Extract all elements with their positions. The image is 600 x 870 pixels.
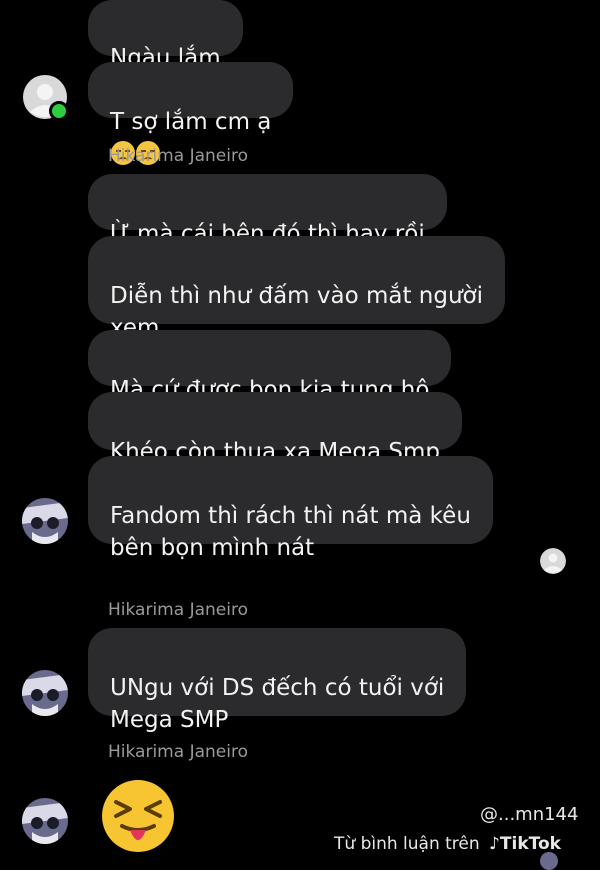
message-text: UNgu với DS đếch có tuổi với Mega SMP — [110, 675, 445, 733]
avatar[interactable] — [22, 798, 68, 844]
seen-indicator-avatar — [540, 548, 566, 574]
user-icon — [540, 548, 566, 574]
message-bubble[interactable]: Ừ mà cái bên đó thì hay rồi — [88, 174, 447, 247]
message-bubble[interactable]: Fandom thì rách thì nát mà kêu bên bọn m… — [88, 456, 493, 561]
anime-avatar-icon — [22, 498, 68, 544]
online-indicator — [49, 101, 69, 121]
message-bubble[interactable]: T sợ lắm cm ạ — [88, 62, 294, 165]
watermark-source: Từ bình luận trên ♪TikTok — [334, 834, 561, 854]
watermark-source-text: Từ bình luận trên — [334, 834, 480, 854]
anime-avatar-icon — [22, 670, 68, 716]
sender-name: Hikarima Janeiro — [108, 742, 248, 762]
emoji-message[interactable] — [98, 776, 178, 856]
message-bubble[interactable]: Diễn thì như đấm vào mắt người xem — [88, 236, 506, 341]
message-text: Fandom thì rách thì nát mà kêu bên bọn m… — [110, 503, 471, 561]
watermark-avatar — [540, 852, 558, 870]
tiktok-logo-icon: ♪ — [489, 834, 500, 854]
squinting-tongue-face-icon — [102, 780, 174, 852]
anime-avatar-icon — [22, 798, 68, 844]
message-bubble[interactable]: Ngàu lắm — [88, 0, 243, 71]
watermark-brand: TikTok — [499, 834, 561, 854]
message-bubble[interactable]: Khéo còn thua xa Mega Smp — [88, 392, 462, 495]
watermark-handle: @...mn144 — [480, 804, 579, 825]
sender-name: Hikarima Janeiro — [108, 146, 248, 166]
sender-name: Hikarima Janeiro — [108, 600, 248, 620]
message-bubble[interactable]: Mà cứ được bọn kia tung hô — [88, 330, 452, 403]
message-text: T sợ lắm cm ạ — [110, 109, 272, 135]
avatar[interactable] — [22, 670, 68, 716]
avatar-default[interactable] — [22, 74, 69, 121]
message-bubble[interactable]: UNgu với DS đếch có tuổi với Mega SMP — [88, 628, 467, 733]
avatar[interactable] — [22, 498, 68, 544]
